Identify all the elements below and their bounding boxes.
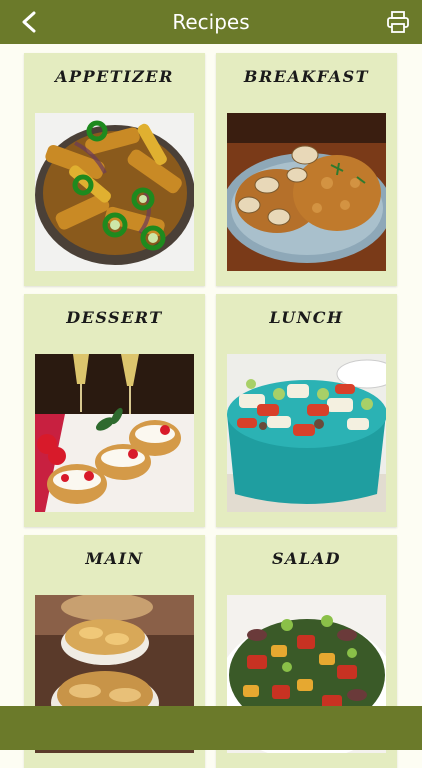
category-title: SALAD — [271, 549, 341, 568]
category-title: DESSERT — [66, 308, 163, 327]
category-grid: APPETIZER BREAKFAST DESSERT LUNCH MAIN S… — [0, 44, 422, 768]
category-photo-breakfast — [227, 113, 386, 271]
category-card-dessert[interactable]: DESSERT — [24, 294, 205, 527]
bottom-bar — [0, 706, 422, 750]
printer-icon — [387, 11, 409, 33]
category-title: LUNCH — [269, 308, 344, 327]
print-button[interactable] — [384, 8, 412, 36]
category-title: MAIN — [85, 549, 144, 568]
top-bar: Recipes — [0, 0, 422, 44]
category-photo-lunch — [227, 354, 386, 512]
category-title: APPETIZER — [55, 67, 174, 86]
category-card-breakfast[interactable]: BREAKFAST — [216, 53, 397, 286]
category-title: BREAKFAST — [243, 67, 370, 86]
category-photo-appetizer — [35, 113, 194, 271]
category-card-appetizer[interactable]: APPETIZER — [24, 53, 205, 286]
category-photo-dessert — [35, 354, 194, 512]
page-title: Recipes — [172, 10, 250, 34]
category-card-lunch[interactable]: LUNCH — [216, 294, 397, 527]
